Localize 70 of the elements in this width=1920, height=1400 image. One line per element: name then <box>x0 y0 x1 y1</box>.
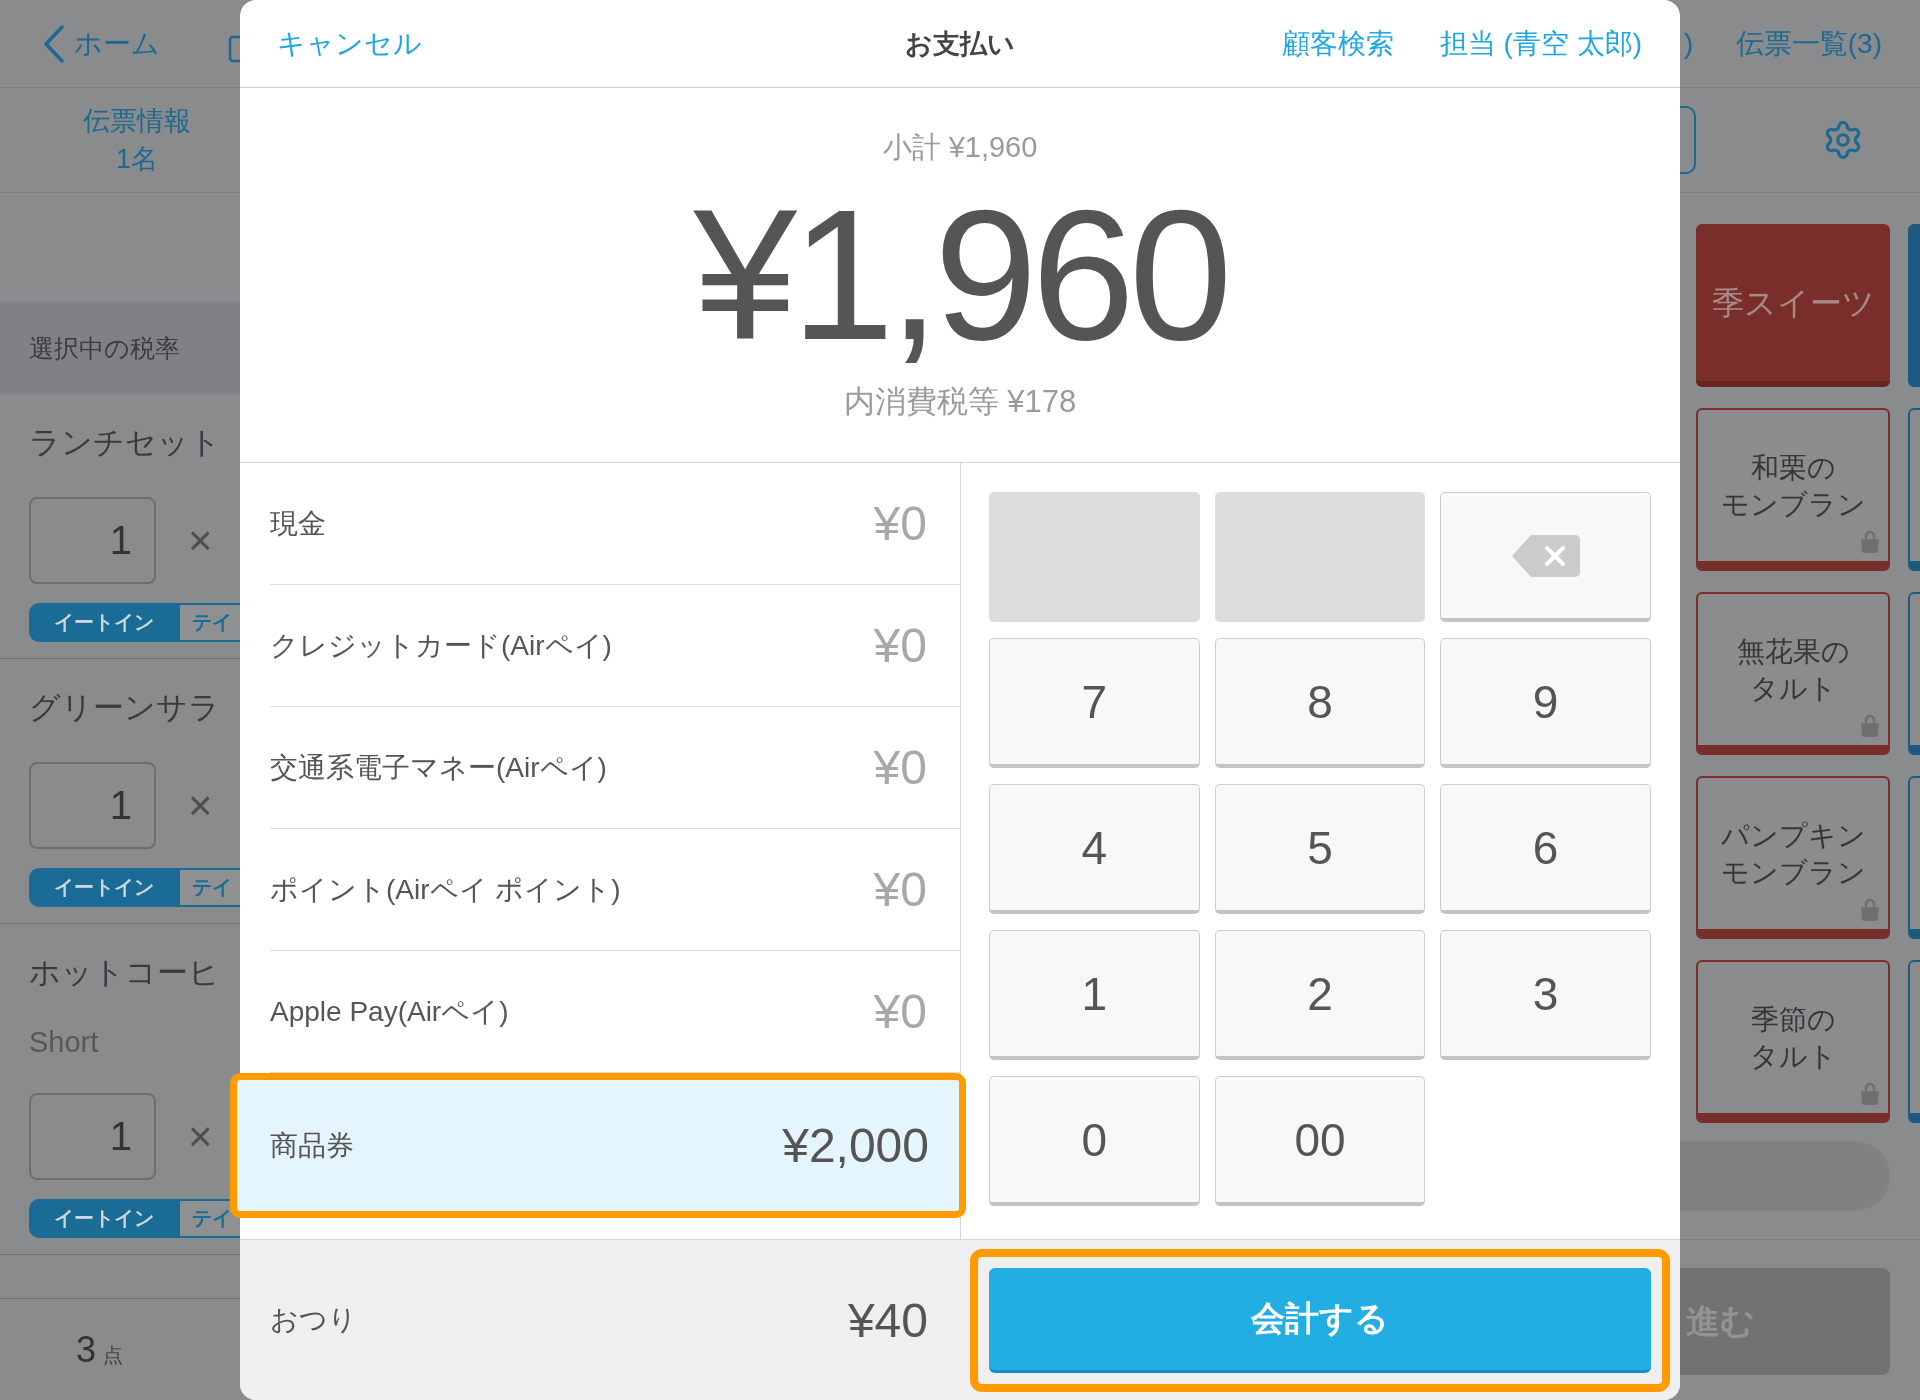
payment-amount: ¥0 <box>873 496 927 551</box>
order-item-name: ホットコーヒ <box>29 954 221 992</box>
quantity-field[interactable]: 1 <box>29 497 156 584</box>
cancel-button[interactable]: キャンセル <box>277 25 422 62</box>
keypad-key[interactable]: 2 <box>1214 930 1426 1060</box>
keypad-key[interactable]: 1 <box>989 930 1200 1060</box>
menu-tile[interactable]: パンプキンモンブラン <box>1696 776 1890 939</box>
header-link[interactable]: 担当 (青空 太郎) <box>1439 25 1642 62</box>
payment-amount: ¥0 <box>873 740 927 795</box>
item-count: 3 点 <box>76 1328 124 1371</box>
change-amount: ¥40 <box>847 1292 928 1348</box>
tile-edge[interactable] <box>1908 776 1920 939</box>
order-item-name: グリーンサラ <box>29 689 221 727</box>
change-label: おつり <box>270 1303 357 1337</box>
payment-amount: ¥2,000 <box>782 1118 929 1173</box>
keypad-key[interactable]: 6 <box>1440 784 1651 914</box>
bag-icon <box>1858 715 1882 737</box>
keypad-key[interactable]: 0 <box>989 1076 1200 1206</box>
dine-option-tab[interactable]: イートイン <box>29 603 178 642</box>
times-sign: × <box>188 1112 213 1161</box>
guest-count: 1名 <box>116 143 158 176</box>
payment-method-name: ポイント(Airペイ ポイント) <box>270 872 621 907</box>
slip-info-title: 伝票情報 <box>83 105 191 138</box>
bag-icon <box>1858 1083 1882 1105</box>
chevron-left-icon <box>43 24 65 63</box>
payment-amount: ¥0 <box>873 618 927 673</box>
tile-edge[interactable] <box>1908 408 1920 571</box>
payment-method-name: 現金 <box>270 506 326 541</box>
payment-method-name: 交通系電子マネー(Airペイ) <box>270 750 607 785</box>
tax-included-text: 内消費税等 ¥178 <box>843 383 1077 421</box>
order-item-name: ランチセット <box>29 424 222 462</box>
tile-edge[interactable] <box>1908 960 1920 1123</box>
menu-tile[interactable]: 季節のタルト <box>1696 960 1890 1123</box>
keypad-key[interactable]: 4 <box>989 784 1200 914</box>
bag-icon <box>1858 899 1882 921</box>
times-sign: × <box>188 516 213 565</box>
keypad-key[interactable]: 8 <box>1214 638 1426 768</box>
category-tile[interactable]: 季スイーツ <box>1696 224 1890 387</box>
subtotal-text: 小計 ¥1,960 <box>882 130 1038 165</box>
empty-key[interactable] <box>989 492 1200 622</box>
menu-tile[interactable]: 無花果のタルト <box>1696 592 1890 755</box>
dine-option-tab[interactable]: イートイン <box>29 1199 178 1238</box>
payment-amount: ¥0 <box>873 862 927 917</box>
backspace-icon <box>1510 533 1581 578</box>
payment-amount: ¥0 <box>873 984 927 1039</box>
header-link[interactable]: 顧客検索 <box>1281 25 1394 62</box>
payment-method-name: Apple Pay(Airペイ) <box>270 994 509 1029</box>
keypad-key[interactable]: 3 <box>1440 930 1651 1060</box>
quantity-field[interactable]: 1 <box>29 762 156 849</box>
quantity-field[interactable]: 1 <box>29 1093 156 1180</box>
tax-rate-label: 選択中の税率 <box>0 302 240 394</box>
keypad-key[interactable]: 00 <box>1214 1076 1426 1206</box>
payment-method-name: クレジットカード(Airペイ) <box>270 628 612 663</box>
payment-method-name: 商品券 <box>270 1128 354 1163</box>
keypad-key[interactable]: 9 <box>1440 638 1651 768</box>
dialog-title: お支払い <box>904 27 1015 61</box>
menu-tile[interactable]: 和栗のモンブラン <box>1696 408 1890 571</box>
keypad-key[interactable]: 5 <box>1214 784 1426 914</box>
payment-method-row[interactable]: 商品券 ¥2,000 <box>237 1080 959 1211</box>
keypad-key[interactable]: 7 <box>989 638 1200 768</box>
dine-option-tab[interactable]: イートイン <box>29 868 178 907</box>
bag-icon <box>1858 531 1882 553</box>
tile-edge[interactable] <box>1908 224 1920 387</box>
tile-edge[interactable] <box>1908 592 1920 755</box>
backspace-button[interactable] <box>1440 492 1651 622</box>
times-sign: × <box>188 781 213 830</box>
empty-key[interactable] <box>1214 492 1426 622</box>
outlined-button-edge[interactable] <box>1680 106 1696 174</box>
checkout-button[interactable]: 会計する <box>989 1268 1651 1373</box>
total-amount: ¥1,960 <box>693 180 1227 370</box>
